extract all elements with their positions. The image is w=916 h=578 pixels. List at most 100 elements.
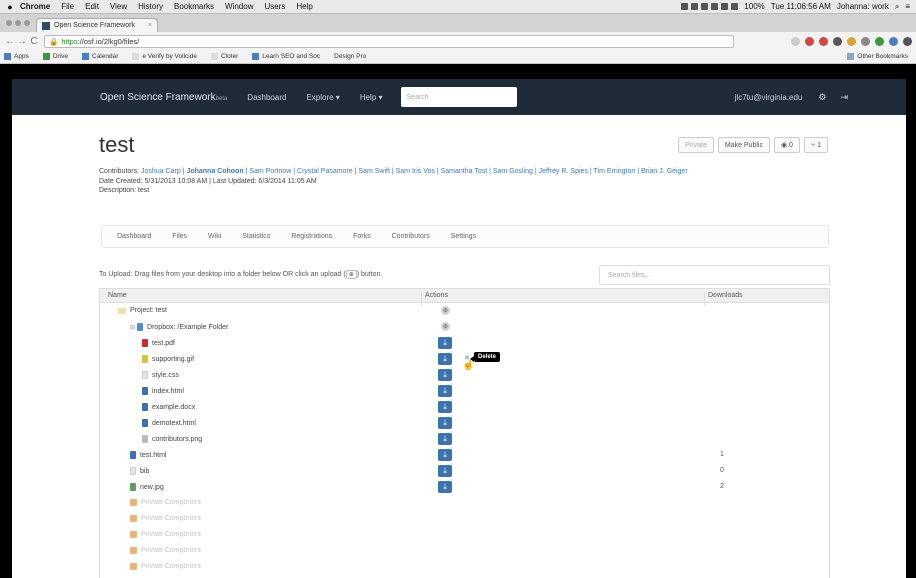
- contributor-link[interactable]: | Sam Portnow | Crystal Pasamore | Sam S…: [246, 168, 688, 175]
- upload-button[interactable]: ⊕: [441, 322, 450, 331]
- file-name[interactable]: new.jpg: [140, 484, 164, 491]
- collapse-toggle-icon[interactable]: ⊟: [130, 324, 135, 331]
- other-bookmarks[interactable]: Other Bookmarks: [847, 53, 908, 60]
- volume-icon[interactable]: [731, 3, 739, 10]
- file-name[interactable]: style.css: [152, 372, 179, 379]
- tab-registrations[interactable]: Registrations: [291, 233, 332, 240]
- file-name[interactable]: contributors.png: [152, 436, 202, 443]
- download-button[interactable]: ⤓: [438, 465, 452, 477]
- menu-history[interactable]: History: [138, 2, 163, 11]
- status-tray-icon[interactable]: [701, 3, 709, 10]
- bookmark-design-pro[interactable]: Design Pro: [334, 53, 366, 60]
- watch-button[interactable]: ◉ 0: [774, 137, 800, 153]
- file-row[interactable]: supporting.gif ⤓ ✕ Delete ☝: [100, 351, 829, 371]
- file-row[interactable]: test.pdf ⤓: [100, 335, 829, 351]
- file-row[interactable]: Private Component: [100, 495, 829, 511]
- private-button[interactable]: Private: [678, 137, 714, 153]
- bookmark-learn-seo[interactable]: Learn SEO and Soc: [252, 53, 320, 60]
- upload-button[interactable]: ⊕: [441, 306, 450, 315]
- tab-contributors[interactable]: Contributors: [392, 233, 430, 240]
- nav-help[interactable]: Help ▾: [360, 93, 383, 102]
- file-row[interactable]: style.css ⤓: [100, 367, 829, 383]
- menu-users[interactable]: Users: [264, 2, 285, 11]
- nav-dashboard[interactable]: Dashboard: [247, 93, 286, 102]
- menu-help[interactable]: Help: [296, 2, 312, 11]
- user-switcher[interactable]: Johanna: work: [837, 2, 889, 11]
- file-name[interactable]: demotext.html: [152, 420, 196, 427]
- menu-bookmarks[interactable]: Bookmarks: [174, 2, 214, 11]
- extension-icon[interactable]: [861, 36, 870, 46]
- bookmark-calendar[interactable]: Calendar: [82, 53, 118, 60]
- column-name-header[interactable]: Name: [108, 292, 127, 299]
- menu-edit[interactable]: Edit: [85, 2, 99, 11]
- fork-button[interactable]: ⑂ 1: [803, 137, 828, 153]
- tab-settings[interactable]: Settings: [451, 233, 476, 240]
- file-name[interactable]: index.html: [152, 388, 184, 395]
- search-files-input[interactable]: Search files...: [599, 265, 830, 285]
- close-tab-icon[interactable]: ×: [148, 22, 152, 29]
- download-button[interactable]: ⤓: [438, 337, 452, 349]
- file-name[interactable]: bib: [140, 468, 149, 475]
- tab-forks[interactable]: Forks: [353, 233, 371, 240]
- bookmark-everify[interactable]: e Verify by Vollcide: [132, 53, 197, 60]
- file-name[interactable]: test.html: [140, 452, 166, 459]
- file-row[interactable]: contributors.png ⤓: [100, 431, 829, 447]
- spotlight-icon[interactable]: ⌕: [895, 2, 899, 12]
- file-row[interactable]: test.html ⤓ 1: [100, 447, 829, 463]
- extension-icon[interactable]: [875, 36, 884, 46]
- download-button[interactable]: ⤓: [438, 369, 452, 381]
- tab-files[interactable]: Files: [172, 233, 187, 240]
- zoom-window-button[interactable]: [24, 20, 30, 26]
- file-row[interactable]: index.html ⤓: [100, 383, 829, 399]
- gear-icon[interactable]: ⚙: [818, 92, 826, 103]
- download-button[interactable]: ⤓: [438, 481, 452, 493]
- address-bar[interactable]: 🔒 https://osf.io/2lkg0/files/: [44, 34, 734, 48]
- chrome-menu-icon[interactable]: [903, 36, 912, 46]
- menu-window[interactable]: Window: [225, 2, 253, 11]
- logout-icon[interactable]: ⇥: [840, 92, 848, 103]
- nav-explore[interactable]: Explore ▾: [306, 93, 339, 102]
- file-row[interactable]: ⊟ Dropbox: /Example Folder ⊕: [100, 319, 829, 335]
- download-button[interactable]: ⤓: [438, 401, 452, 413]
- battery-text[interactable]: 100%: [744, 2, 764, 11]
- menu-view[interactable]: View: [110, 2, 127, 11]
- column-downloads-header[interactable]: Downloads: [708, 292, 743, 299]
- apple-icon[interactable]: ●: [0, 2, 20, 12]
- tab-statistics[interactable]: Statistics: [242, 233, 270, 240]
- forward-arrow-icon[interactable]: →: [16, 36, 28, 47]
- file-row[interactable]: Private Component: [100, 559, 829, 575]
- tab-wiki[interactable]: Wiki: [208, 233, 221, 240]
- file-name[interactable]: test.pdf: [152, 340, 175, 347]
- file-name[interactable]: Dropbox: /Example Folder: [147, 324, 228, 331]
- file-row[interactable]: Private Component: [100, 543, 829, 559]
- contributor-link[interactable]: Joshua Carp |: [141, 168, 184, 175]
- bookmark-apps[interactable]: Apps: [4, 53, 29, 60]
- file-row[interactable]: bib ⤓ 0: [100, 463, 829, 479]
- make-public-button[interactable]: Make Public: [717, 137, 770, 153]
- extension-icon[interactable]: [889, 36, 898, 46]
- file-name[interactable]: Private Component: [141, 547, 201, 554]
- file-name[interactable]: Project: test: [130, 307, 167, 314]
- file-row[interactable]: demotext.html ⤓: [100, 415, 829, 431]
- tab-dashboard[interactable]: Dashboard: [117, 233, 151, 240]
- opera-icon[interactable]: [819, 36, 828, 46]
- file-row[interactable]: Private Component: [100, 527, 829, 543]
- menu-app-name[interactable]: Chrome: [20, 2, 50, 11]
- bookmark-cloter[interactable]: Cloter: [210, 53, 238, 60]
- extension-icon[interactable]: [847, 36, 856, 46]
- close-window-button[interactable]: [6, 20, 12, 26]
- contributor-link[interactable]: Johanna Cohoon: [186, 168, 243, 175]
- file-name[interactable]: Private Component: [141, 499, 201, 506]
- nav-user-email[interactable]: jlc7tu@virginia.edu: [735, 93, 803, 102]
- wifi-icon[interactable]: [721, 3, 729, 10]
- menu-file[interactable]: File: [61, 2, 74, 11]
- star-icon[interactable]: [791, 36, 800, 46]
- file-name[interactable]: Private Component: [141, 563, 201, 570]
- osf-brand[interactable]: Open Science Frameworkbeta: [100, 92, 227, 103]
- download-button[interactable]: ⤓: [438, 433, 452, 445]
- extension-icon[interactable]: [833, 36, 842, 46]
- back-arrow-icon[interactable]: ←: [4, 36, 16, 47]
- status-tray-icon[interactable]: [691, 3, 699, 10]
- notification-center-icon[interactable]: ≡: [905, 2, 910, 11]
- file-name[interactable]: Private Component: [141, 515, 201, 522]
